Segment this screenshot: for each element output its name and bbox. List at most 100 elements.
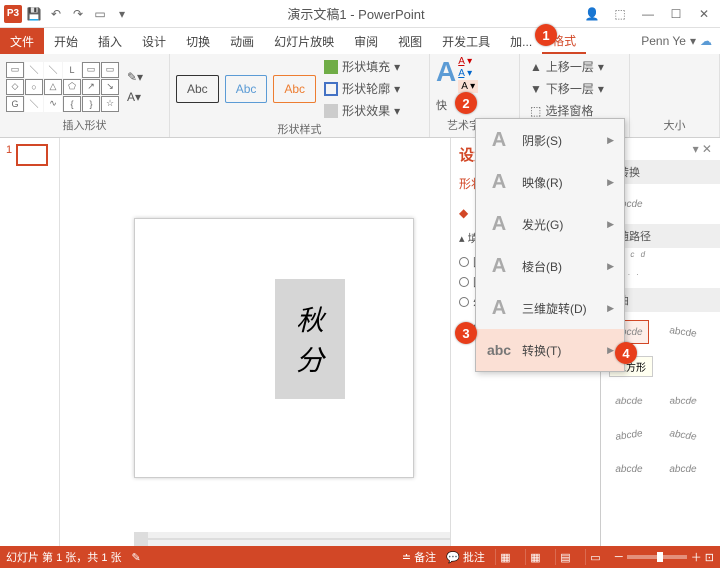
view-sorter-icon[interactable]: ▦ [525,549,545,565]
scroll-left-icon[interactable] [134,532,148,546]
bevel-icon: A [486,253,512,279]
label: 形状填充 [342,58,390,75]
transform-icon: abc [486,337,512,363]
glow-icon: A [486,211,512,237]
shape-effects-button[interactable]: 形状效果 ▾ [320,100,404,121]
text-effects-menu: A阴影(S)▶ A映像(R)▶ A发光(G)▶ A棱台(B)▶ A三维旋转(D)… [475,118,625,372]
mi-shadow[interactable]: A阴影(S)▶ [476,119,624,161]
transform-warp-5[interactable]: abcde [608,420,651,449]
style-preset[interactable]: Abc [273,75,316,103]
qat-more-icon[interactable]: ▾ [112,4,132,24]
shapes-gallery[interactable]: ▭＼＼L▭▭ ◇○△⬠↗↘ G＼∿{}☆ [6,62,119,112]
user-name-label: Penn Ye [641,34,686,48]
text-char-1: 秋 [296,299,324,339]
view-reading-icon[interactable]: ▤ [555,549,575,565]
account-icon[interactable]: 👤 [580,4,604,24]
tab-transitions[interactable]: 切换 [176,28,220,54]
comments-button[interactable]: 💬 批注 [446,549,485,565]
undo-icon[interactable]: ↶ [46,4,66,24]
text-box[interactable]: 秋 分 [275,279,345,399]
notes-button[interactable]: ≐ 备注 [402,549,436,565]
text-effects-button[interactable]: A ▾ [458,80,478,93]
bring-forward-button[interactable]: ▲ 上移一层 ▾ [526,56,608,77]
wordart-quick-style-icon[interactable]: A [436,56,456,93]
save-icon[interactable]: 💾 [24,4,44,24]
tab-view[interactable]: 视图 [388,28,432,54]
title-bar: P3 💾 ↶ ↷ ▭ ▾ 演示文稿1 - PowerPoint 👤 ⬚ — ☐ … [0,0,720,28]
shape-fill-button[interactable]: 形状填充 ▾ [320,56,404,77]
label: 棱台(B) [522,258,562,275]
style-preset[interactable]: Abc [225,75,268,103]
transform-warp-7[interactable]: abcde [609,457,649,481]
redo-icon[interactable]: ↷ [68,4,88,24]
group-label: 插入形状 [6,117,163,135]
spellcheck-icon[interactable]: ✎ [132,551,141,564]
text-char-2: 分 [296,339,324,379]
tab-developer[interactable]: 开发工具 [432,28,500,54]
start-from-beginning-icon[interactable]: ▭ [90,4,110,24]
shape-outline-button[interactable]: 形状轮廓 ▾ [320,78,404,99]
text-box-button[interactable]: A▾ [123,88,147,106]
group-insert-shapes: ▭＼＼L▭▭ ◇○△⬠↗↘ G＼∿{}☆ ✎▾ A▾ 插入形状 [0,54,170,137]
zoom-controls[interactable]: ─＋ ⊡ [615,549,714,565]
text-outline-button[interactable]: A ▾ [458,68,478,79]
tab-insert[interactable]: 插入 [88,28,132,54]
group-label: 大小 [636,117,713,135]
label: 转换(T) [522,342,561,359]
view-slideshow-icon[interactable]: ▭ [585,549,605,565]
label: 形状效果 [342,102,390,119]
label: 选择窗格 [545,102,593,119]
label: 阴影(S) [522,132,562,149]
style-preset[interactable]: Abc [176,75,219,103]
mi-transform[interactable]: abc转换(T)▶ [476,329,624,371]
app-icon: P3 [4,5,22,23]
marker-2: 2 [455,92,477,114]
mi-glow[interactable]: A发光(G)▶ [476,203,624,245]
group-size: 大小 [630,54,720,137]
slide-thumbnails: 1 [0,138,60,546]
text-fill-button[interactable]: A ▾ [458,56,478,67]
mi-reflection[interactable]: A映像(R)▶ [476,161,624,203]
marker-1: 1 [535,24,557,46]
ribbon-tabs: 文件 开始 插入 设计 切换 动画 幻灯片放映 审阅 视图 开发工具 加... … [0,28,720,54]
label: 上移一层 [546,58,594,75]
user-name[interactable]: Penn Ye ▾ ☁ [633,28,720,54]
reflection-icon: A [486,169,512,195]
view-normal-icon[interactable]: ▦ [495,549,515,565]
fill-tab-icon[interactable]: ◆ [459,206,468,220]
transform-warp-3[interactable]: abcde [607,391,652,414]
zoom-slider[interactable] [627,555,687,559]
tab-animations[interactable]: 动画 [220,28,264,54]
tab-design[interactable]: 设计 [132,28,176,54]
slide[interactable]: 秋 分 [134,218,414,478]
label: 三维旋转(D) [522,300,587,317]
shadow-icon: A [486,127,512,153]
transform-warp-2[interactable]: abcde [663,317,703,347]
close-button[interactable]: ✕ [692,4,716,24]
tab-file[interactable]: 文件 [0,28,44,54]
transform-warp-8[interactable]: abcde [663,457,703,481]
minimize-button[interactable]: — [636,4,660,24]
tab-review[interactable]: 审阅 [344,28,388,54]
rotation-icon: A [486,295,512,321]
mi-3d-rotation[interactable]: A三维旋转(D)▶ [476,287,624,329]
slide-thumb-1[interactable] [16,144,48,166]
quick-access-toolbar: P3 💾 ↶ ↷ ▭ ▾ [4,4,132,24]
quick-label: 快 [436,97,447,113]
maximize-button[interactable]: ☐ [664,4,688,24]
edit-shape-button[interactable]: ✎▾ [123,68,147,86]
tab-slideshow[interactable]: 幻灯片放映 [264,28,344,54]
thumb-number: 1 [6,144,12,166]
ribbon-options-icon[interactable]: ⬚ [608,4,632,24]
send-backward-button[interactable]: ▼ 下移一层 ▾ [526,78,608,99]
transform-warp-4[interactable]: abcde [661,388,706,411]
mi-bevel[interactable]: A棱台(B)▶ [476,245,624,287]
tab-home[interactable]: 开始 [44,28,88,54]
shape-style-gallery[interactable]: Abc Abc Abc [176,75,316,103]
marker-4: 4 [615,342,637,364]
window-title: 演示文稿1 - PowerPoint [132,4,580,23]
transform-warp-6[interactable]: abcde [662,420,705,449]
slide-counter: 幻灯片 第 1 张，共 1 张 [6,549,122,565]
label: 映像(R) [522,174,563,191]
group-shape-styles: Abc Abc Abc 形状填充 ▾ 形状轮廓 ▾ 形状效果 ▾ 形状样式 [170,54,430,137]
